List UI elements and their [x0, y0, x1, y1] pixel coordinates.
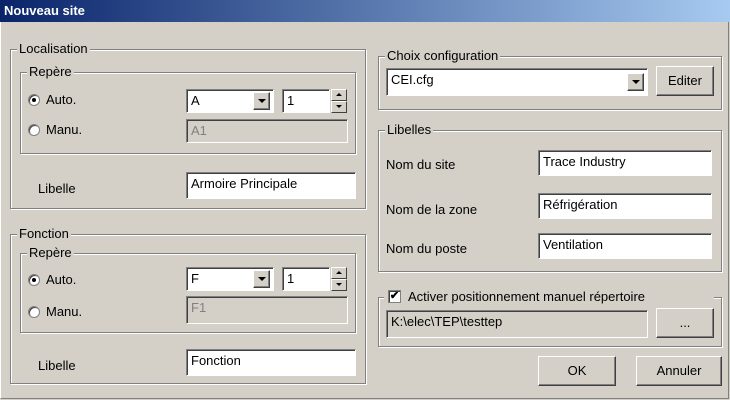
localisation-manu-radio[interactable]	[28, 124, 40, 136]
arrow-down-icon	[336, 283, 342, 286]
fonction-manu-radio[interactable]	[28, 306, 40, 318]
ok-button[interactable]: OK	[538, 356, 616, 386]
chevron-down-icon	[258, 277, 266, 281]
configuration-select[interactable]: CEI.cfg	[386, 68, 648, 96]
localisation-libelle-input[interactable]: Armoire Principale	[186, 172, 356, 199]
localisation-libelle-label: Libelle	[38, 181, 76, 196]
nom-zone-value: Réfrigération	[543, 197, 618, 212]
localisation-manu-input: A1	[186, 119, 348, 143]
repertoire-legend: ✔ Activer positionnement manuel répertoi…	[384, 288, 714, 306]
configuration-select-value: CEI.cfg	[391, 72, 434, 87]
localisation-spin-up-button[interactable]	[331, 89, 347, 101]
fonction-auto-number-input[interactable]: 1	[282, 267, 330, 291]
fonction-repere-legend: Repère	[27, 245, 74, 261]
arrow-up-icon	[336, 271, 342, 274]
localisation-manu-label: Manu.	[46, 122, 83, 137]
localisation-auto-number-value: 1	[287, 93, 295, 108]
nom-poste-label: Nom du poste	[386, 241, 467, 256]
fonction-auto-dropdown-button[interactable]	[253, 270, 270, 288]
repertoire-checkbox[interactable]: ✔	[388, 290, 401, 303]
fonction-manu-input: F1	[186, 296, 348, 324]
nom-poste-value: Ventilation	[543, 237, 603, 252]
fonction-libelle-value: Fonction	[191, 353, 241, 368]
arrow-down-icon	[336, 105, 342, 108]
localisation-manu-value: A1	[191, 123, 207, 138]
nom-site-input[interactable]: Trace Industry	[538, 150, 712, 176]
configuration-legend: Choix configuration	[385, 48, 501, 64]
libelles-legend: Libelles	[385, 122, 434, 138]
localisation-auto-select-value: A	[191, 93, 200, 108]
localisation-spin-down-button[interactable]	[331, 101, 347, 113]
nom-site-label: Nom du site	[386, 157, 456, 172]
edit-button[interactable]: Editer	[656, 66, 714, 96]
fonction-manu-label: Manu.	[46, 304, 83, 319]
fonction-auto-select-value: F	[191, 271, 199, 286]
nom-zone-label: Nom de la zone	[386, 202, 478, 217]
fonction-legend: Fonction	[17, 226, 71, 242]
configuration-dropdown-button[interactable]	[627, 73, 644, 91]
window-title: Nouveau site	[4, 3, 85, 18]
repertoire-path-value: K:\elec\TEP\testtep	[391, 314, 503, 329]
localisation-repere-legend: Repère	[27, 64, 74, 80]
repertoire-checkbox-label: Activer positionnement manuel répertoire	[408, 289, 646, 304]
fonction-spin-up-button[interactable]	[331, 267, 347, 279]
fonction-libelle-input[interactable]: Fonction	[186, 349, 356, 376]
fonction-libelle-label: Libelle	[38, 358, 76, 373]
localisation-libelle-value: Armoire Principale	[191, 176, 298, 191]
fonction-spin-down-button[interactable]	[331, 279, 347, 291]
nom-site-value: Trace Industry	[543, 154, 626, 169]
chevron-down-icon	[258, 99, 266, 103]
fonction-auto-number-value: 1	[287, 271, 295, 286]
chevron-down-icon	[632, 80, 640, 84]
fonction-auto-radio[interactable]	[28, 274, 40, 286]
localisation-auto-label: Auto.	[46, 92, 77, 107]
nom-poste-input[interactable]: Ventilation	[538, 233, 712, 259]
fonction-manu-value: F1	[191, 300, 207, 315]
localisation-legend: Localisation	[17, 41, 90, 57]
browse-button[interactable]: ...	[656, 308, 714, 338]
arrow-up-icon	[336, 93, 342, 96]
repertoire-path-input: K:\elec\TEP\testtep	[386, 310, 648, 338]
fonction-auto-label: Auto.	[46, 272, 77, 287]
cancel-button[interactable]: Annuler	[636, 356, 722, 386]
localisation-auto-number-input[interactable]: 1	[282, 89, 330, 113]
localisation-auto-radio[interactable]	[28, 94, 40, 106]
title-bar[interactable]: Nouveau site	[0, 0, 730, 22]
localisation-auto-dropdown-button[interactable]	[253, 92, 270, 110]
nom-zone-input[interactable]: Réfrigération	[538, 193, 712, 219]
